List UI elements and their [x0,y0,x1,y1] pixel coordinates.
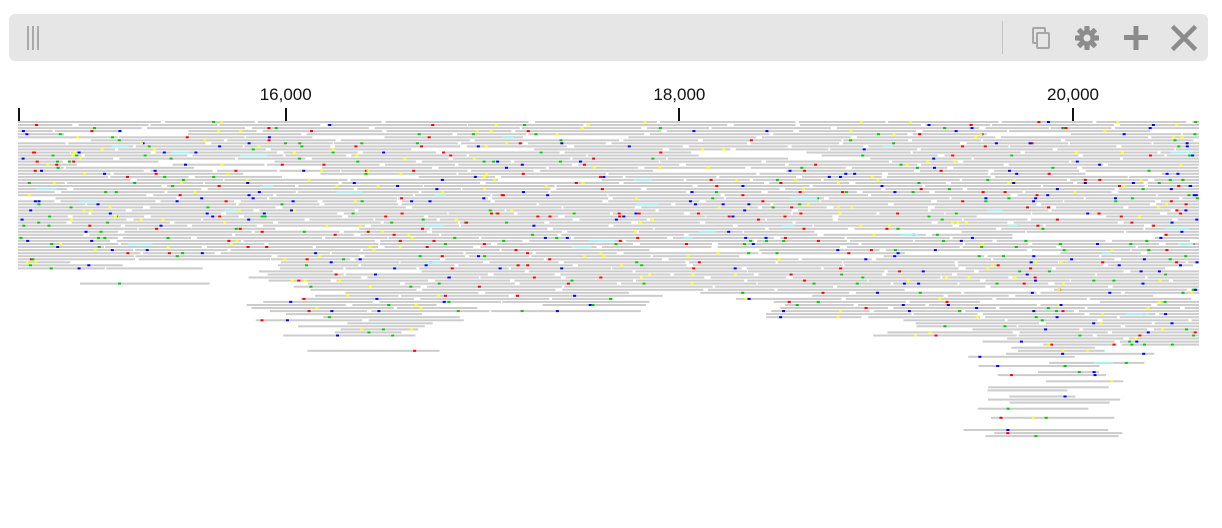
add-button[interactable] [1121,23,1151,53]
coordinate-ruler: 16,000 18,000 20,000 [0,76,1222,122]
toolbar-divider [1002,21,1003,54]
close-icon [1170,24,1198,52]
ruler-start-tick [18,108,20,121]
close-button[interactable] [1169,23,1199,53]
ruler-tick-mark [678,108,681,121]
gear-icon [1075,26,1099,50]
copy-icon [1032,27,1050,49]
drag-handle-icon[interactable] [27,26,41,50]
settings-button[interactable] [1072,23,1102,53]
ruler-tick-mark [1072,108,1075,121]
reads-group [18,121,1199,438]
copy-button[interactable] [1025,23,1055,53]
ruler-tick-label: 16,000 [259,85,312,104]
plus-icon [1124,26,1148,50]
read-pileup-track[interactable] [18,121,1199,486]
track-toolbar [9,14,1208,61]
ruler-tick-mark [284,108,287,121]
ruler-tick-label: 20,000 [1047,85,1100,104]
ruler-tick-label: 18,000 [653,85,706,104]
